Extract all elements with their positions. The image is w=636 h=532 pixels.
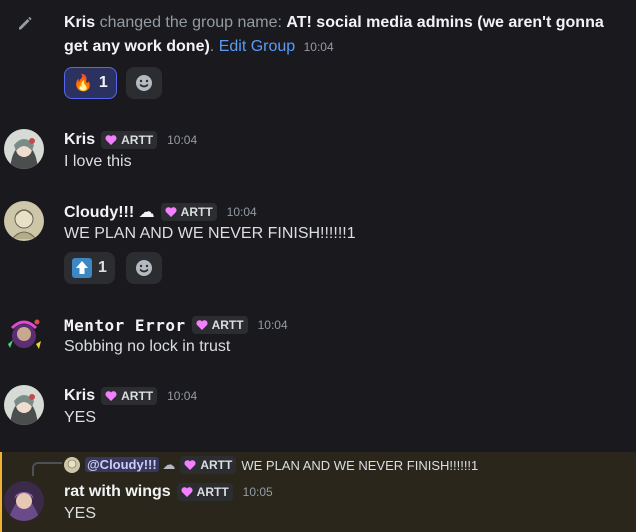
smiley-icon bbox=[136, 75, 152, 91]
server-tag[interactable]: ARTT bbox=[160, 203, 217, 221]
server-tag[interactable]: ARTT bbox=[191, 316, 248, 334]
fire-emoji-icon: 🔥 bbox=[73, 75, 93, 92]
edit-group-link[interactable]: Edit Group bbox=[219, 38, 295, 55]
username[interactable]: rat with wings bbox=[64, 483, 171, 501]
cloud-icon: ☁ bbox=[138, 204, 155, 221]
timestamp: 10:04 bbox=[226, 205, 257, 219]
timestamp: 10:04 bbox=[303, 40, 334, 54]
timestamp: 10:04 bbox=[167, 133, 198, 147]
server-tag[interactable]: ARTT bbox=[101, 131, 158, 149]
avatar-mentor-error[interactable] bbox=[4, 314, 44, 354]
add-reaction-button[interactable] bbox=[126, 67, 162, 99]
reply-username: @Cloudy!!! ☁ bbox=[85, 457, 176, 472]
heart-icon bbox=[105, 135, 117, 145]
reaction-count: 1 bbox=[98, 74, 108, 91]
message-text: YES bbox=[64, 409, 97, 426]
timestamp: 10:05 bbox=[242, 485, 273, 499]
username[interactable]: Kris bbox=[64, 131, 95, 149]
heart-icon bbox=[196, 320, 208, 330]
message-text: YES bbox=[64, 505, 97, 522]
username[interactable]: Kris bbox=[64, 387, 95, 405]
smiley-icon bbox=[136, 260, 152, 276]
reaction-fire[interactable]: 🔥 1 bbox=[64, 67, 117, 99]
message-text: WE PLAN AND WE NEVER FINISH!!!!!!1 bbox=[64, 225, 356, 242]
reply-connector bbox=[32, 462, 62, 476]
system-user[interactable]: Kris bbox=[64, 14, 95, 31]
avatar-cloudy[interactable] bbox=[4, 201, 44, 241]
message-text: I love this bbox=[64, 153, 132, 170]
message-text: Sobbing no lock in trust bbox=[64, 338, 231, 355]
heart-icon bbox=[184, 460, 196, 470]
server-tag[interactable]: ARTT bbox=[180, 456, 237, 474]
server-tag[interactable]: ARTT bbox=[176, 483, 233, 501]
heart-icon bbox=[105, 391, 117, 401]
pencil-icon bbox=[16, 14, 34, 32]
reaction-count: 1 bbox=[98, 259, 107, 276]
heart-icon bbox=[165, 207, 177, 217]
mention-highlight-bar bbox=[0, 452, 2, 532]
reply-preview[interactable]: @Cloudy!!! ☁ ARTT WE PLAN AND WE NEVER F… bbox=[64, 456, 478, 474]
add-reaction-button[interactable] bbox=[126, 252, 162, 284]
cloud-icon: ☁ bbox=[162, 457, 176, 472]
reply-avatar bbox=[64, 457, 80, 473]
username[interactable]: Mentor Error bbox=[64, 316, 186, 335]
timestamp: 10:04 bbox=[257, 318, 288, 332]
system-message: Kris changed the group name: AT! social … bbox=[64, 14, 604, 55]
up-arrow-icon bbox=[72, 258, 92, 278]
heart-icon bbox=[181, 487, 193, 497]
username[interactable]: Cloudy!!! ☁ bbox=[64, 202, 155, 222]
avatar-kris[interactable] bbox=[4, 385, 44, 425]
reply-text: WE PLAN AND WE NEVER FINISH!!!!!!1 bbox=[241, 457, 479, 473]
server-tag[interactable]: ARTT bbox=[101, 387, 158, 405]
system-action: changed the group name: bbox=[99, 14, 282, 31]
timestamp: 10:04 bbox=[167, 389, 198, 403]
avatar-rat-with-wings[interactable] bbox=[4, 481, 44, 521]
avatar-kris[interactable] bbox=[4, 129, 44, 169]
reaction-up-arrow[interactable]: 1 bbox=[64, 252, 115, 284]
